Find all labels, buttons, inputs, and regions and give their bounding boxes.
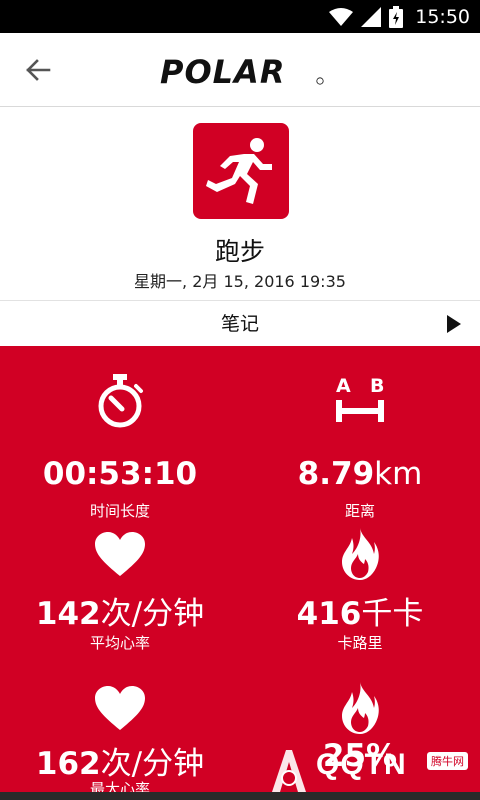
polar-logo: POLAR	[160, 53, 324, 89]
wifi-icon	[329, 7, 354, 26]
back-button[interactable]	[18, 50, 58, 90]
stat-distance-number: 8.79	[297, 456, 375, 492]
stopwatch-icon	[98, 374, 143, 428]
stat-calories-label: 卡路里	[337, 634, 383, 652]
stat-duration-value: 00:53:10	[0, 456, 240, 492]
stat-max-heart-rate-number: 162	[35, 746, 101, 782]
watermark-badge: 腾牛网	[427, 752, 468, 770]
heart-icon	[95, 532, 145, 576]
stat-avg-heart-rate: 142次/分钟 平均心率	[0, 528, 240, 668]
activity-datetime: 星期一, 2月 15, 2016 19:35	[134, 272, 346, 291]
status-icons: 15:50	[329, 0, 470, 33]
flame-icon	[342, 682, 379, 734]
running-person-icon	[206, 138, 272, 204]
play-arrow-icon	[447, 315, 461, 333]
heart-icon	[95, 686, 145, 730]
flame-icon	[342, 528, 379, 580]
app-bar: POLAR	[0, 33, 480, 107]
stat-avg-heart-rate-label: 平均心率	[89, 634, 150, 652]
status-bar: 15:50	[0, 0, 480, 33]
notes-row[interactable]: 笔记	[0, 300, 480, 346]
status-time: 15:50	[415, 5, 470, 28]
stats-panel: 00:53:10 时间长度 A B 8.79km 距离 142次/分钟 平均心率	[0, 346, 480, 800]
notes-label: 笔记	[220, 313, 259, 335]
watermark-text: QQTN	[316, 748, 407, 781]
stat-calories: 416千卡 卡路里	[240, 528, 480, 668]
arrow-left-icon	[26, 59, 51, 81]
signal-icon	[361, 6, 382, 27]
distance-icon-a: A	[336, 375, 351, 397]
stat-distance-unit: km	[374, 456, 423, 492]
distance-icon-b: B	[370, 375, 384, 397]
stat-max-heart-rate: 162次/分钟 最大心率	[0, 682, 240, 800]
battery-icon	[389, 5, 404, 28]
stat-distance-label: 距离	[344, 502, 375, 520]
stat-avg-heart-rate-number: 142	[35, 596, 101, 632]
stat-duration-number: 00:53:10	[42, 456, 198, 492]
distance-ab-icon: A B	[336, 375, 384, 422]
stat-distance: A B 8.79km 距离	[240, 374, 480, 520]
stat-distance-value: 8.79km	[240, 456, 480, 492]
stat-duration-label: 时间长度	[89, 502, 150, 520]
stat-calories-number: 416	[296, 596, 362, 632]
stat-max-heart-rate-value: 162次/分钟	[0, 738, 240, 783]
activity-name: 跑步	[214, 237, 265, 266]
bottom-edge	[0, 792, 480, 800]
stat-calories-unit: 千卡	[361, 596, 424, 632]
logo-text: POLAR	[160, 53, 285, 89]
stat-calories-value: 416千卡	[240, 588, 480, 633]
stat-avg-heart-rate-value: 142次/分钟	[0, 588, 240, 633]
stat-max-heart-rate-unit: 次/分钟	[100, 746, 205, 782]
stat-duration: 00:53:10 时间长度	[0, 374, 240, 520]
sport-icon-tile	[193, 123, 289, 219]
stat-avg-heart-rate-unit: 次/分钟	[100, 596, 205, 632]
